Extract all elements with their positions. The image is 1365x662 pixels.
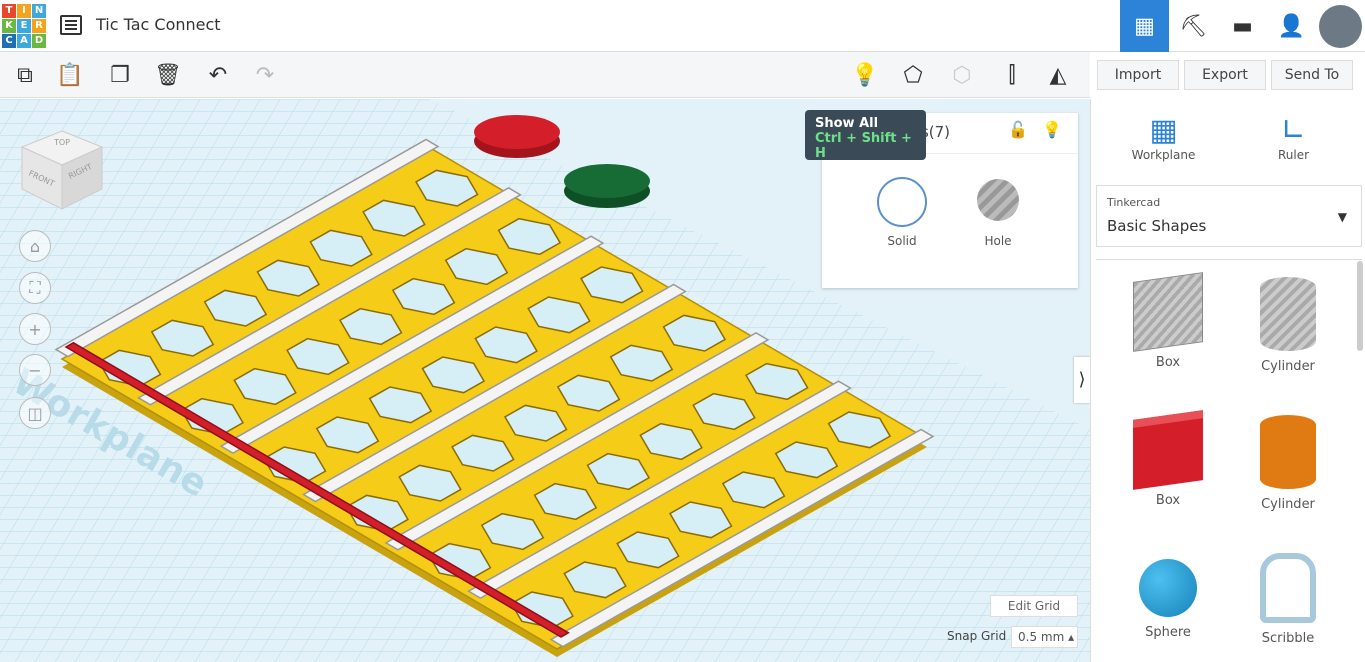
shape-box[interactable]: Box [1103,410,1233,508]
tooltip-title: Show All [815,116,879,131]
shape-scribble[interactable]: Scribble [1223,553,1353,646]
ortho-view-button[interactable]: ◫ [19,397,51,429]
divider [1096,259,1362,260]
shape-cylinder[interactable]: Cylinder [1223,277,1353,374]
shape-label: Cylinder [1261,359,1315,374]
delete-icon[interactable]: 🗑 [153,60,183,90]
logo-letter: A [17,34,31,48]
ungroup-icon[interactable]: ⬡ [947,60,977,90]
snap-grid-select[interactable]: 0.5 mm ▴ [1011,626,1078,648]
send-to-button[interactable]: Send To [1271,60,1353,90]
logo-letter: I [17,4,31,18]
library-name: Basic Shapes [1107,217,1207,235]
shape-label: Box [1155,493,1181,508]
red-token[interactable] [474,115,560,149]
tinkercad-logo[interactable]: TIN KER CAD [2,4,46,48]
logo-letter: C [2,34,16,48]
logo-letter: N [32,4,46,18]
lightbulb-icon[interactable]: 💡 [1042,120,1062,139]
show-all-tooltip: Show All Ctrl + Shift + H [805,110,926,161]
tooltip-shortcut: Ctrl + Shift + H [815,131,912,161]
view-cube[interactable]: TOP FRONT RIGHT [20,129,110,214]
shape-label: Sphere [1145,625,1191,640]
shape-label: Box [1155,355,1181,370]
logo-letter: D [32,34,46,48]
workplane-label: Workplane [1131,148,1196,162]
logo-letter: T [2,4,16,18]
home-view-button[interactable]: ⌂ [19,230,51,262]
scrollbar[interactable] [1357,261,1363,351]
viewcube-top-label: TOP [53,138,70,147]
avatar[interactable] [1316,0,1365,52]
ruler-tool[interactable]: ∟ Ruler [1261,113,1326,162]
workplane-tool[interactable]: ▦ Workplane [1131,113,1196,162]
shape-label: Cylinder [1261,497,1315,512]
shape-box[interactable]: Box [1103,272,1233,370]
import-button[interactable]: Import [1097,60,1179,90]
lock-icon[interactable]: 🔓 [1008,120,1028,139]
solid-label: Solid [887,234,917,248]
green-token[interactable] [564,164,650,198]
hole-button[interactable] [977,179,1019,221]
design-title[interactable]: Tic Tac Connect [96,15,221,34]
zoom-out-button[interactable]: − [19,354,51,386]
shape-sphere[interactable]: Sphere [1103,553,1233,640]
top-bar: TIN KER CAD Tic Tac Connect ▦ ⛏ ▬ 👤 [0,0,1365,52]
export-button[interactable]: Export [1184,60,1266,90]
copy-icon[interactable]: ⧉ [10,60,40,90]
hole-label: Hole [984,234,1012,248]
duplicate-icon[interactable]: ❐ [105,60,135,90]
align-icon[interactable]: ⫿ [997,60,1027,90]
logo-letter: R [32,19,46,33]
fit-view-button[interactable]: ⛶ [19,272,51,304]
edit-toolbar: ⧉ 📋 ❐ 🗑 ↶ ↷ 💡 ⬠ ⬡ ⫿ ◭ [0,52,1090,98]
shape-label: Scribble [1261,631,1315,646]
library-source: Tinkercad [1107,196,1161,209]
shape-cylinder[interactable]: Cylinder [1223,415,1353,512]
edit-grid-button[interactable]: Edit Grid [990,595,1078,617]
chevron-down-icon: ▼ [1337,210,1347,224]
shape-library-select[interactable]: Tinkercad Basic Shapes ▼ [1096,185,1362,247]
snap-grid-label: Snap Grid [947,629,1007,643]
codeblocks-pickaxe-icon[interactable]: ⛏ [1169,0,1218,52]
workplane-icon: ▦ [1149,113,1178,148]
group-icon[interactable]: ⬠ [898,60,928,90]
undo-icon[interactable]: ↶ [203,60,233,90]
design-list-icon[interactable] [60,15,82,35]
show-all-lightbulb-icon[interactable]: 💡 [850,60,880,90]
zoom-in-button[interactable]: + [19,313,51,345]
redo-icon[interactable]: ↷ [250,60,280,90]
3d-view-button[interactable]: ▦ [1120,0,1169,52]
shapes-sidebar: ▦ Workplane ∟ Ruler Tinkercad Basic Shap… [1090,99,1365,662]
ruler-icon: ∟ [1280,113,1307,148]
collapse-panel-chevron-icon[interactable]: ⟩ [1074,357,1090,403]
solid-button[interactable] [877,177,927,227]
ruler-label: Ruler [1277,148,1310,162]
logo-letter: E [17,19,31,33]
add-user-icon[interactable]: 👤 [1267,0,1316,52]
logo-letter: K [2,19,16,33]
mirror-icon[interactable]: ◭ [1043,60,1073,90]
paste-icon[interactable]: 📋 [55,60,85,90]
bricks-icon[interactable]: ▬ [1218,0,1267,52]
